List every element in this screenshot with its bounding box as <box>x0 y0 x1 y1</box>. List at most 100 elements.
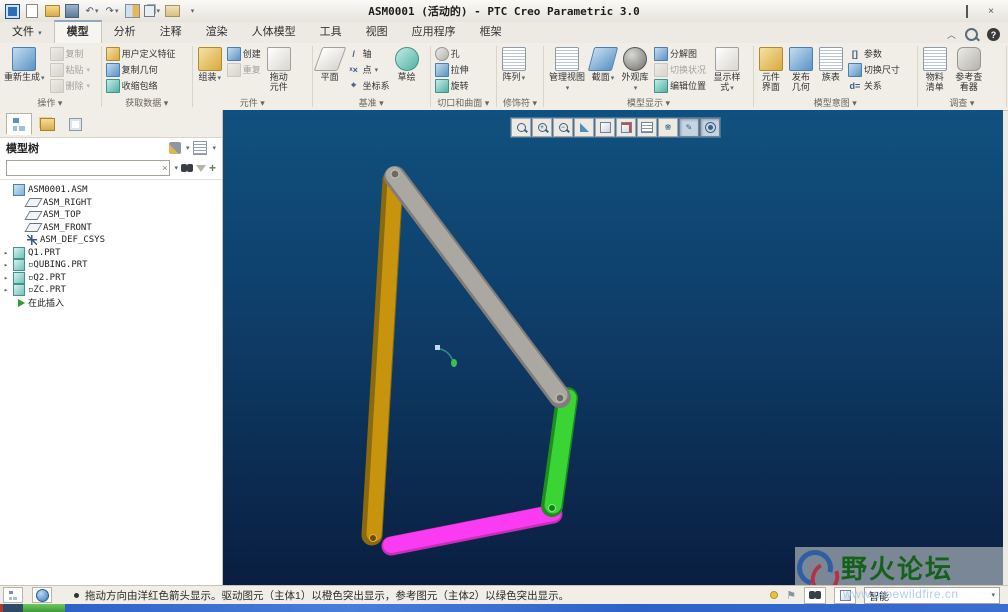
panel-tab-favorites[interactable] <box>62 113 88 135</box>
tree-item-q2[interactable]: ▸ ▫Q2.PRT <box>2 271 220 285</box>
zoom-in-button[interactable]: + <box>532 118 552 137</box>
copy-geometry-button[interactable]: 复制几何 <box>105 62 177 77</box>
windows-button[interactable]: ▾ <box>144 4 160 19</box>
tab-framework[interactable]: 框架 <box>468 22 514 43</box>
section-button[interactable]: 截面▾ <box>587 45 619 85</box>
tree-tools-icon[interactable] <box>168 142 181 154</box>
tab-render[interactable]: 渲染 <box>194 22 240 43</box>
graphics-viewport[interactable]: + − ⁜ ✎ 野火论坛 <box>223 110 1003 598</box>
expand-icon[interactable]: ▸ <box>2 261 10 269</box>
pattern-button[interactable]: 阵列▾ <box>500 45 528 85</box>
tree-item-asm[interactable]: ASM0001.ASM <box>2 184 220 197</box>
add-filter-icon[interactable]: + <box>209 161 216 175</box>
annotation-display-button[interactable]: ✎ <box>679 118 699 137</box>
regenerate-button[interactable]: 重新生成▾ <box>2 45 47 85</box>
axis-button[interactable]: / 轴 <box>346 46 391 61</box>
hole-button[interactable]: 孔 <box>434 46 470 61</box>
parameters-button[interactable]: [] 参数 <box>847 46 901 61</box>
repaint-button[interactable] <box>574 118 594 137</box>
extrude-button[interactable]: 拉伸 <box>434 62 470 77</box>
udf-button[interactable]: 用户定义特征 <box>105 46 177 61</box>
expand-icon[interactable]: ▸ <box>2 249 10 257</box>
group-label-modifiers[interactable]: 修饰符 ▾ <box>500 96 540 110</box>
tab-annotate[interactable]: 注释 <box>148 22 194 43</box>
panel-tab-model-tree[interactable] <box>6 113 32 135</box>
tab-manikin[interactable]: 人体模型 <box>240 22 308 43</box>
group-label-component[interactable]: 元件 ▾ <box>196 96 309 110</box>
new-button[interactable] <box>24 4 40 19</box>
customize-toolbar-button[interactable]: ▾ <box>184 4 200 19</box>
group-label-model-display[interactable]: 模型显示 ▾ <box>547 96 750 110</box>
display-style-button-vp[interactable] <box>595 118 615 137</box>
tree-item-zc[interactable]: ▸ ▫ZC.PRT <box>2 284 220 297</box>
switch-dims-button[interactable]: 切换尺寸 <box>847 62 901 77</box>
exploded-view-button[interactable]: 分解图 <box>653 46 707 61</box>
paste-button[interactable]: 粘贴 ▾ <box>49 62 92 77</box>
plane-button[interactable]: 平面 <box>313 45 347 83</box>
reference-viewer-button[interactable]: 参考查看器 <box>951 45 987 93</box>
refit-button[interactable] <box>511 118 531 137</box>
expand-icon[interactable]: ▸ <box>2 274 10 282</box>
edit-position-button[interactable]: 编辑位置 <box>653 78 707 93</box>
app-icon[interactable] <box>4 3 20 19</box>
tree-item-asm-top[interactable]: ASM_TOP <box>2 209 220 222</box>
tree-item-asm-right[interactable]: ASM_RIGHT <box>2 197 220 210</box>
tab-applications[interactable]: 应用程序 <box>400 22 468 43</box>
selection-filter-dropdown[interactable]: 智能 ▾ <box>864 586 1000 604</box>
tree-item-asm-def-csys[interactable]: ASM_DEF_CSYS <box>2 234 220 247</box>
group-label-get-data[interactable]: 获取数据 ▾ <box>105 96 189 110</box>
repeat-button[interactable]: 重复 <box>226 62 262 77</box>
search-icon[interactable] <box>965 28 978 41</box>
browser-button[interactable] <box>32 587 52 603</box>
switch-state-button[interactable]: 切换状况 <box>653 62 707 77</box>
group-label-investigate[interactable]: 调查 ▾ <box>921 96 1003 110</box>
datum-display-button[interactable]: ⁜ <box>658 118 678 137</box>
shrinkwrap-button[interactable]: 收缩包络 <box>105 78 177 93</box>
minimize-ribbon-icon[interactable]: ︿ <box>947 28 956 41</box>
regenerate-quick-button[interactable] <box>124 4 140 19</box>
tab-analysis[interactable]: 分析 <box>102 22 148 43</box>
copy-button[interactable]: 复制 <box>49 46 92 61</box>
publish-geometry-button[interactable]: 发布几何 <box>787 45 815 93</box>
family-table-button[interactable]: 族表 <box>817 45 845 83</box>
csys-button[interactable]: ⌖ 坐标系 <box>346 78 391 93</box>
tree-settings-dropdown[interactable]: ▾ <box>212 144 216 152</box>
tree-settings-icon[interactable] <box>193 141 208 155</box>
close-button[interactable]: × <box>984 6 998 17</box>
manage-views-button[interactable]: 管理视图▾ <box>547 45 587 95</box>
toggle-model-tree-button[interactable] <box>3 587 23 603</box>
create-button[interactable]: 创建 <box>226 46 262 61</box>
tree-item-qubing[interactable]: ▸ ▫QUBING.PRT <box>2 259 220 272</box>
tree-item-q1[interactable]: ▸ Q1.PRT <box>2 246 220 260</box>
clear-search-icon[interactable]: × <box>162 163 167 173</box>
find-button[interactable] <box>804 586 826 604</box>
undo-button[interactable]: ↶ ▾ <box>84 4 100 19</box>
expand-icon[interactable]: ▸ <box>2 286 10 294</box>
sketch-button[interactable]: 草绘 <box>393 45 421 83</box>
assemble-button[interactable]: 组装▾ <box>196 45 224 85</box>
spin-center-button[interactable] <box>700 118 720 137</box>
bom-button[interactable]: 物料清单 <box>921 45 949 93</box>
panel-tab-folder-browser[interactable] <box>34 113 60 135</box>
component-interface-button[interactable]: 元件界面 <box>757 45 785 93</box>
select-box-button[interactable] <box>834 586 856 604</box>
filter-icon[interactable] <box>195 164 206 172</box>
tree-search-input[interactable] <box>7 162 170 174</box>
appearances-button[interactable]: 外观库▾ <box>619 45 651 95</box>
revolve-button[interactable]: 旋转 <box>434 78 470 93</box>
saved-orientations-button[interactable] <box>616 118 636 137</box>
group-label-datum[interactable]: 基准 ▾ <box>316 96 427 110</box>
zoom-out-button[interactable]: − <box>553 118 573 137</box>
point-button[interactable]: ˣ× 点 ▾ <box>346 62 391 77</box>
delete-button[interactable]: 删除 ▾ <box>49 78 92 93</box>
tab-file[interactable]: 文件 ▾ <box>0 22 54 43</box>
close-window-button[interactable] <box>164 4 180 19</box>
relations-button[interactable]: d= 关系 <box>847 78 901 93</box>
view-manager-button[interactable] <box>637 118 657 137</box>
group-label-cut-surface[interactable]: 切口和曲面 ▾ <box>434 96 493 110</box>
tree-item-insert-here[interactable]: 在此插入 <box>2 297 220 309</box>
drag-components-button[interactable]: 拖动元件 <box>264 45 294 93</box>
redo-button[interactable]: ↷ ▾ <box>104 4 120 19</box>
find-icon[interactable] <box>180 164 187 172</box>
help-icon[interactable]: ? <box>987 28 1000 41</box>
